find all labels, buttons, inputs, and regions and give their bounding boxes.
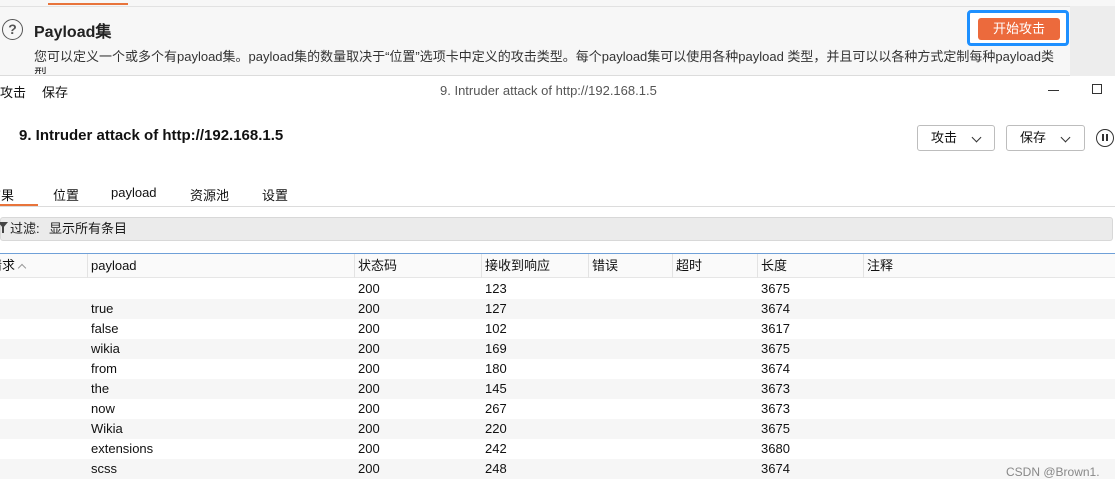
cell-status: 200 (358, 281, 380, 296)
table-body: 200 123 3675 true 200 127 3674 false 200… (0, 279, 1115, 479)
payload-settings-panel: ? Payload集 您可以定义一个或多个有payload集。payload集的… (0, 0, 1115, 76)
cell-status: 200 (358, 321, 380, 336)
divider (0, 6, 1070, 7)
tab-positions[interactable]: 位置 (53, 185, 79, 204)
cell-received: 145 (485, 381, 507, 396)
cell-payload: false (91, 321, 119, 336)
cell-length: 3674 (761, 361, 790, 376)
intruder-attack-window: 攻击 保存 9. Intruder attack of http://192.1… (0, 77, 1115, 487)
cell-received: 127 (485, 301, 507, 316)
table-row[interactable]: 200 123 3675 (0, 279, 1115, 299)
cell-received: 242 (485, 441, 507, 456)
cell-status: 200 (358, 341, 380, 356)
attack-dropdown-label: 攻击 (931, 130, 958, 145)
column-status[interactable]: 状态码 (355, 254, 482, 278)
attack-title: 9. Intruder attack of http://192.168.1.5 (19, 127, 284, 144)
cell-payload: from (91, 361, 117, 376)
cell-payload: now (91, 401, 115, 416)
filter-value: 显示所有条目 (49, 221, 128, 236)
results-table: 请求 payload 状态码 接收到响应 错误 超时 长度 注释 200 123… (0, 253, 1115, 487)
column-request-label: 请求 (0, 258, 16, 273)
filter-icon (0, 222, 8, 234)
menu-save[interactable]: 保存 (42, 82, 68, 101)
start-attack-button[interactable]: 开始攻击 (978, 18, 1060, 40)
table-row[interactable]: extensions 200 242 3680 (0, 439, 1115, 459)
cell-length: 3673 (761, 381, 790, 396)
cell-length: 3617 (761, 321, 790, 336)
column-payload[interactable]: payload (88, 254, 355, 278)
table-row[interactable]: the 200 145 3673 (0, 379, 1115, 399)
column-error[interactable]: 错误 (589, 254, 673, 278)
scrollbar[interactable] (1070, 6, 1115, 76)
cell-status: 200 (358, 361, 380, 376)
pause-icon[interactable] (1096, 129, 1114, 147)
filter-bar[interactable]: 过滤: 显示所有条目 (0, 217, 1113, 241)
tab-results[interactable]: 结果 (0, 185, 14, 204)
cell-payload: Wikia (91, 421, 123, 436)
cell-length: 3673 (761, 401, 790, 416)
table-header: 请求 payload 状态码 接收到响应 错误 超时 长度 注释 (0, 254, 1115, 278)
help-icon[interactable]: ? (2, 19, 23, 40)
cell-payload: extensions (91, 441, 154, 456)
start-attack-highlight: 开始攻击 (967, 10, 1069, 46)
column-received[interactable]: 接收到响应 (482, 254, 589, 278)
cell-received: 169 (485, 341, 507, 356)
column-length[interactable]: 长度 (758, 254, 864, 278)
cell-status: 200 (358, 441, 380, 456)
cell-length: 3675 (761, 281, 790, 296)
save-dropdown-button[interactable]: 保存 (1006, 125, 1085, 151)
cell-status: 200 (358, 301, 380, 316)
tab-payloads[interactable]: payload (111, 185, 157, 200)
column-timeout[interactable]: 超时 (673, 254, 758, 278)
table-row[interactable]: Wikia 200 220 3675 (0, 419, 1115, 439)
column-request[interactable]: 请求 (0, 254, 88, 278)
column-comment[interactable]: 注释 (864, 254, 1115, 278)
cell-payload (88, 279, 91, 299)
active-tab-indicator (0, 204, 38, 206)
cell-status: 200 (358, 421, 380, 436)
cell-status: 200 (358, 461, 380, 476)
window-title: 9. Intruder attack of http://192.168.1.5 (440, 83, 657, 98)
attack-dropdown-button[interactable]: 攻击 (917, 125, 995, 151)
cell-received: 267 (485, 401, 507, 416)
cell-received: 102 (485, 321, 507, 336)
cell-length: 3675 (761, 341, 790, 356)
cell-received: 248 (485, 461, 507, 476)
cell-length: 3680 (761, 441, 790, 456)
sort-ascending-icon (17, 263, 27, 273)
cell-length: 3674 (761, 301, 790, 316)
menu-bar: 攻击 保存 9. Intruder attack of http://192.1… (0, 77, 1115, 103)
cell-status: 200 (358, 401, 380, 416)
cell-payload: true (91, 301, 114, 316)
tab-settings[interactable]: 设置 (262, 185, 288, 204)
attack-tabs: 结果 位置 payload 资源池 设置 (0, 183, 1115, 207)
table-row[interactable]: now 200 267 3673 (0, 399, 1115, 419)
table-row[interactable]: from 200 180 3674 (0, 359, 1115, 379)
tab-resource-pool[interactable]: 资源池 (190, 185, 229, 204)
cell-received: 220 (485, 421, 507, 436)
active-tab-indicator (48, 3, 128, 5)
menu-attack[interactable]: 攻击 (0, 82, 26, 101)
filter-label: 过滤: (10, 221, 40, 236)
payload-sets-description: 您可以定义一个或多个有payload集。payload集的数量取决于“位置”选项… (34, 49, 1054, 74)
chevron-down-icon (1060, 132, 1071, 143)
cell-received: 180 (485, 361, 507, 376)
cell-status: 200 (358, 381, 380, 396)
cell-length: 3675 (761, 421, 790, 436)
cell-payload: wikia (91, 341, 120, 356)
cell-payload: the (91, 381, 110, 396)
maximize-icon[interactable] (1092, 84, 1102, 94)
table-row[interactable]: wikia 200 169 3675 (0, 339, 1115, 359)
table-row[interactable]: false 200 102 3617 (0, 319, 1115, 339)
cell-received: 123 (485, 281, 507, 296)
save-dropdown-label: 保存 (1020, 130, 1047, 145)
watermark: CSDN @Brown1. (1006, 465, 1100, 479)
minimize-icon[interactable] (1048, 82, 1060, 96)
cell-length: 3674 (761, 461, 790, 476)
table-row[interactable]: scss 200 248 3674 (0, 459, 1115, 479)
payload-sets-title: Payload集 (34, 24, 112, 41)
chevron-down-icon (971, 132, 982, 143)
table-row[interactable]: true 200 127 3674 (0, 299, 1115, 319)
cell-payload: scss (91, 461, 117, 476)
